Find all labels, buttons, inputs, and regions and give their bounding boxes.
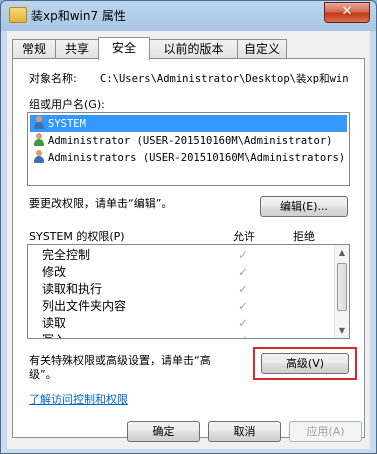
learn-access-control-link[interactable]: 了解访问控制和权限	[29, 391, 128, 407]
tab-previous-versions[interactable]: 以前的版本	[149, 39, 238, 58]
advanced-button[interactable]: 高级(V)	[261, 353, 349, 374]
user-icon	[33, 133, 45, 146]
cancel-button[interactable]: 取消	[208, 421, 281, 442]
permissions-list: 完全控制 修改 读取和执行 列出文件夹内容 读取 写入 ✓ ✓ ✓ ✓ ✓ ✓ …	[27, 244, 350, 339]
permission-name: 列出文件夹内容	[42, 299, 127, 313]
allow-check-icon: ✓	[238, 333, 248, 338]
ok-button[interactable]: 确定	[127, 421, 200, 442]
allow-check-icon: ✓	[238, 299, 249, 313]
tab-general[interactable]: 常规	[12, 39, 56, 58]
groups-list[interactable]: SYSTEM Administrator (USER-201510160M\Ad…	[27, 112, 350, 186]
tab-security[interactable]: 安全	[98, 37, 150, 60]
close-button[interactable]: ✕	[324, 2, 370, 23]
tab-sharing[interactable]: 共享	[55, 39, 99, 58]
object-name-value: C:\Users\Administrator\Desktop\装xp和win	[100, 73, 349, 85]
change-permissions-hint: 要更改权限，请单击“编辑”。	[29, 197, 173, 210]
deny-header: 拒绝	[293, 230, 315, 243]
dialog-client: 常规 共享 安全 以前的版本 自定义 对象名称: C:\Users\Admini…	[7, 31, 370, 449]
apply-button[interactable]: 应用(A)	[289, 421, 362, 442]
permission-name: 读取	[42, 316, 67, 330]
permissions-title: SYSTEM 的权限(P)	[29, 230, 125, 243]
scroll-thumb[interactable]	[337, 263, 347, 311]
group-user-icon	[33, 116, 45, 129]
permission-name: 完全控制	[42, 248, 91, 262]
list-item[interactable]: Administrator (USER-201510160M\Administr…	[30, 132, 332, 149]
permission-name: 读取和执行	[42, 282, 103, 296]
allow-check-icon: ✓	[238, 282, 249, 296]
tab-customize[interactable]: 自定义	[237, 39, 287, 58]
list-item[interactable]: SYSTEM	[30, 115, 347, 132]
folder-icon	[9, 7, 27, 23]
group-user-icon	[33, 150, 45, 163]
properties-window: 装xp和win7 属性 ✕ 常规 共享 安全 以前的版本 自定义 对象名称: C…	[0, 0, 377, 454]
edit-button[interactable]: 编辑(E)...	[260, 196, 348, 217]
advanced-hint-line2: 级”。	[29, 368, 57, 381]
scroll-up-icon[interactable]: ▲	[335, 245, 349, 260]
title-bar[interactable]: 装xp和win7 属性 ✕	[1, 1, 376, 31]
allow-header: 允许	[233, 230, 255, 243]
allow-check-icon: ✓	[238, 265, 249, 279]
security-panel: 对象名称: C:\Users\Administrator\Desktop\装xp…	[12, 58, 365, 438]
list-item[interactable]: Administrators (USER-201510160M\Administ…	[30, 149, 345, 166]
permissions-scrollbar[interactable]: ▲ ▼	[334, 245, 349, 338]
groups-label: 组或用户名(G):	[29, 98, 105, 111]
permission-name: 写入	[42, 332, 66, 338]
object-name-label: 对象名称:	[29, 72, 77, 85]
permission-name: 修改	[42, 265, 67, 279]
allow-check-icon: ✓	[238, 316, 249, 330]
allow-check-icon: ✓	[238, 248, 249, 262]
window-title: 装xp和win7 属性	[31, 9, 126, 23]
scroll-down-icon[interactable]: ▼	[335, 323, 349, 338]
